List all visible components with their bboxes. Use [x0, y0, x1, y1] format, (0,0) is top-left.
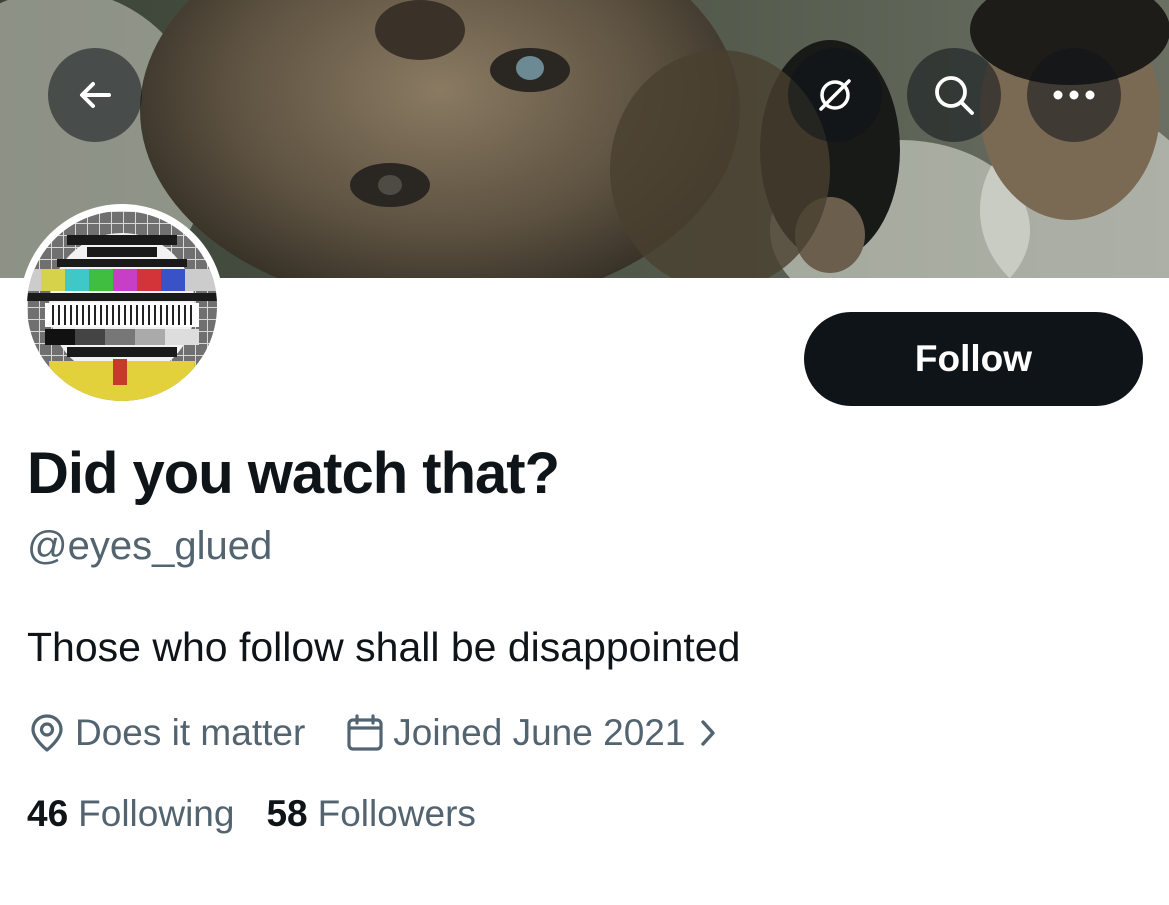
follow-button[interactable]: Follow [804, 312, 1143, 406]
joined-text: Joined June 2021 [393, 712, 686, 753]
followers-count: 58 [266, 793, 308, 834]
display-name: Did you watch that? [27, 441, 560, 506]
location: Does it matter [27, 712, 305, 754]
search-button[interactable] [907, 48, 1001, 142]
arrow-left-icon [75, 75, 115, 115]
location-pin-icon [27, 712, 75, 754]
more-horizontal-icon [1052, 89, 1096, 101]
location-text: Does it matter [75, 712, 306, 753]
back-button[interactable] [48, 48, 142, 142]
joined-date-link[interactable]: Joined June 2021 [345, 712, 717, 754]
chevron-right-icon [699, 718, 717, 748]
search-icon [931, 72, 977, 118]
translate-button[interactable] [788, 48, 882, 142]
profile-meta: Does it matter Joined June 2021 [27, 708, 717, 758]
user-handle: @eyes_glued [27, 524, 273, 568]
follow-stats: 46 Following 58 Followers [27, 793, 508, 835]
calendar-icon [345, 714, 385, 752]
tv-test-card-image [27, 211, 217, 401]
followers-link[interactable]: 58 Followers [266, 793, 475, 835]
more-button[interactable] [1027, 48, 1121, 142]
followers-label: Followers [317, 793, 476, 834]
following-link[interactable]: 46 Following [27, 793, 234, 835]
translate-globe-icon [813, 73, 857, 117]
following-label: Following [78, 793, 235, 834]
following-count: 46 [27, 793, 69, 834]
profile-avatar[interactable] [20, 204, 224, 408]
profile-bio: Those who follow shall be disappointed [27, 624, 741, 670]
